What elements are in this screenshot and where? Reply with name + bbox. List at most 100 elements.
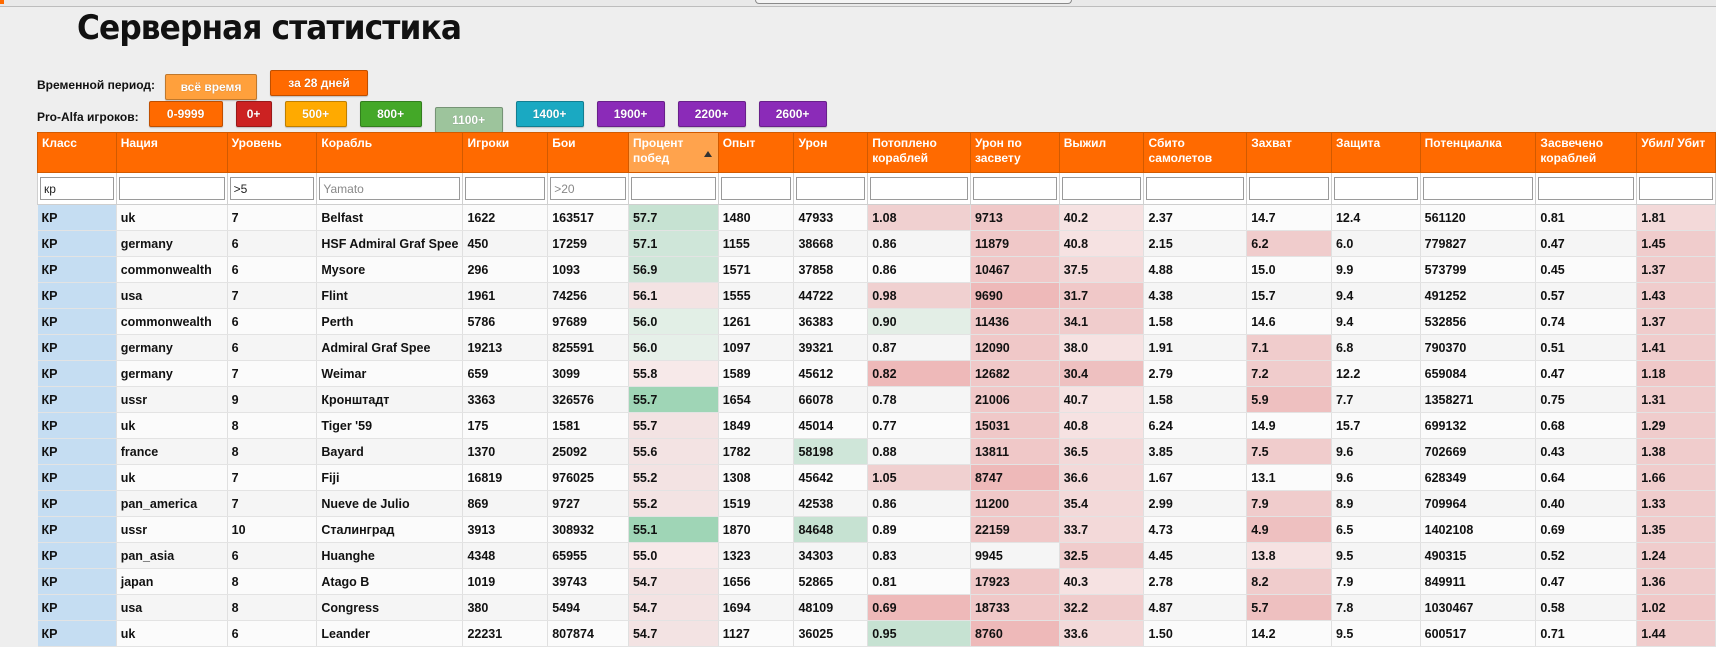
table-cell: 1127 <box>718 620 795 647</box>
table-row[interactable]: КР uk 6 Leander 22231 807874 54.7 1127 36025 0.95… <box>37 620 1716 647</box>
table-cell: 42538 <box>793 490 869 517</box>
column-filter-input-7[interactable] <box>720 177 792 200</box>
table-row[interactable]: КР commonwealth 6 Mysore 296 1093 56.9 1571 3785… <box>37 256 1716 283</box>
column-header-label: Нация <box>120 136 158 150</box>
column-filter-input-16[interactable] <box>1538 177 1635 200</box>
table-row[interactable]: КР ussr 9 Кронштадт 3363 326576 55.7 1654 66078 0… <box>37 386 1716 413</box>
column-filter-input-12[interactable] <box>1146 177 1245 200</box>
players-button-3[interactable]: 800+ <box>359 101 422 127</box>
column-header-15[interactable]: Потенциалка <box>1419 132 1537 173</box>
table-row[interactable]: КР ussr 10 Сталинград 3913 308932 55.1 1870 8464… <box>37 516 1716 543</box>
table-cell: 1656 <box>718 568 795 595</box>
table-row[interactable]: КР uk 7 Belfast 1622 163517 57.7 1480 47933 1.08 9… <box>37 204 1716 231</box>
table-cell: 1155 <box>718 230 795 257</box>
players-button-7[interactable]: 2200+ <box>677 101 746 127</box>
players-button-8[interactable]: 2600+ <box>758 101 827 127</box>
column-header-17[interactable]: Убил/ Убит <box>1636 132 1716 173</box>
filter-cell <box>316 172 464 205</box>
column-header-0[interactable]: Класс <box>37 132 117 173</box>
period-button-1[interactable]: за 28 дней <box>270 70 369 96</box>
table-cell: 628349 <box>1420 464 1537 491</box>
players-button-1[interactable]: 0+ <box>235 101 272 127</box>
column-filter-input-3[interactable] <box>319 177 461 200</box>
table-cell: 0.64 <box>1535 464 1638 491</box>
column-filter-input-15[interactable] <box>1422 177 1534 200</box>
table-cell: 4348 <box>462 542 549 569</box>
column-filter-input-17[interactable] <box>1639 177 1713 200</box>
table-cell: КР <box>37 360 117 387</box>
table-cell: КР <box>37 256 117 283</box>
column-header-3[interactable]: Корабль <box>316 132 464 173</box>
column-header-12[interactable]: Сбито самолетов <box>1143 132 1248 173</box>
column-filter-input-9[interactable] <box>870 177 968 200</box>
table-cell: 6 <box>227 542 318 569</box>
players-button-4[interactable]: 1100+ <box>434 107 503 133</box>
table-row[interactable]: КР usa 7 Flint 1961 74256 56.1 1555 44722 0.98 969… <box>37 282 1716 309</box>
column-header-4[interactable]: Игроки <box>462 132 549 173</box>
filter-cell <box>1246 172 1332 205</box>
column-filter-input-0[interactable] <box>40 177 114 200</box>
table-cell: uk <box>116 464 228 491</box>
column-filter-input-8[interactable] <box>796 177 866 200</box>
players-button-6[interactable]: 1900+ <box>596 101 665 127</box>
table-cell: 1.31 <box>1636 386 1716 413</box>
column-header-2[interactable]: Уровень <box>226 132 318 173</box>
table-cell: commonwealth <box>116 256 228 283</box>
period-button-0[interactable]: всё время <box>165 74 258 100</box>
table-cell: 1.18 <box>1636 360 1716 387</box>
table-cell: 0.95 <box>867 620 971 647</box>
table-cell: 4.73 <box>1143 516 1248 543</box>
table-cell: 1622 <box>462 204 549 231</box>
table-row[interactable]: КР commonwealth 6 Perth 5786 97689 56.0 1261 363… <box>37 308 1716 335</box>
column-header-16[interactable]: Засвечено кораблей <box>1535 132 1638 173</box>
column-filter-input-11[interactable] <box>1061 177 1142 200</box>
table-cell: 55.1 <box>628 516 719 543</box>
table-row[interactable]: КР usa 8 Congress 380 5494 54.7 1694 48109 0.69 18… <box>37 594 1716 621</box>
table-row[interactable]: КР france 8 Bayard 1370 25092 55.6 1782 58198 0.8… <box>37 438 1716 465</box>
column-header-label: Бои <box>552 136 576 150</box>
table-row[interactable]: КР uk 7 Fiji 16819 976025 55.2 1308 45642 1.05 874… <box>37 464 1716 491</box>
column-filter-input-1[interactable] <box>118 177 225 200</box>
table-cell: 9.4 <box>1331 282 1421 309</box>
column-filter-input-5[interactable] <box>550 177 626 200</box>
table-cell: 40.7 <box>1059 386 1145 413</box>
table-row[interactable]: КР germany 6 HSF Admiral Graf Spee 450 17259 5… <box>37 230 1716 257</box>
column-filter-input-10[interactable] <box>972 177 1057 200</box>
top-search-frame[interactable] <box>755 0 1072 4</box>
column-header-14[interactable]: Защита <box>1330 132 1421 173</box>
filter-cell <box>717 172 795 205</box>
table-row[interactable]: КР germany 6 Admiral Graf Spee 19213 825591 56… <box>37 334 1716 361</box>
column-filter-input-4[interactable] <box>465 177 546 200</box>
table-cell: 807874 <box>547 620 629 647</box>
column-header-9[interactable]: Потоплено кораблей <box>867 132 971 173</box>
table-cell: 15.0 <box>1246 256 1332 283</box>
table-cell: 8.2 <box>1246 568 1332 595</box>
table-cell: 0.87 <box>867 334 971 361</box>
table-row[interactable]: КР japan 8 Atago B 1019 39743 54.7 1656 52865 0.8… <box>37 568 1716 595</box>
column-header-6[interactable]: Процент побед <box>627 132 719 173</box>
table-row[interactable]: КР uk 8 Tiger '59 175 1581 55.7 1849 45014 0.77 15… <box>37 412 1716 439</box>
table-cell: 0.51 <box>1535 334 1638 361</box>
table-row[interactable]: КР pan_america 7 Nueve de Julio 869 9727 55.2 1… <box>37 490 1716 517</box>
table-cell: Mysore <box>316 256 464 283</box>
column-header-10[interactable]: Урон по засвету <box>969 132 1060 173</box>
table-row[interactable]: КР pan_asia 6 Huanghe 4348 65955 55.0 1323 34303… <box>37 542 1716 569</box>
column-filter-input-2[interactable] <box>229 177 315 200</box>
table-row[interactable]: КР germany 7 Weimar 659 3099 55.8 1589 45612 0.82… <box>37 360 1716 387</box>
column-filter-input-14[interactable] <box>1333 177 1418 200</box>
players-button-2[interactable]: 500+ <box>284 101 347 127</box>
players-button-5[interactable]: 1400+ <box>515 101 584 127</box>
column-filter-input-6[interactable] <box>630 177 716 200</box>
column-header-5[interactable]: Бои <box>547 132 629 173</box>
table-cell: 8 <box>227 568 318 595</box>
column-header-1[interactable]: Нация <box>115 132 228 173</box>
column-filter-input-13[interactable] <box>1249 177 1329 200</box>
table-cell: 6 <box>227 256 318 283</box>
column-header-8[interactable]: Урон <box>793 132 869 173</box>
column-header-11[interactable]: Выжил <box>1058 132 1145 173</box>
table-cell: 1782 <box>718 438 795 465</box>
column-header-7[interactable]: Опыт <box>717 132 795 173</box>
column-header-13[interactable]: Захват <box>1246 132 1332 173</box>
players-button-0[interactable]: 0-9999 <box>148 101 223 127</box>
table-cell: 1097 <box>718 334 795 361</box>
